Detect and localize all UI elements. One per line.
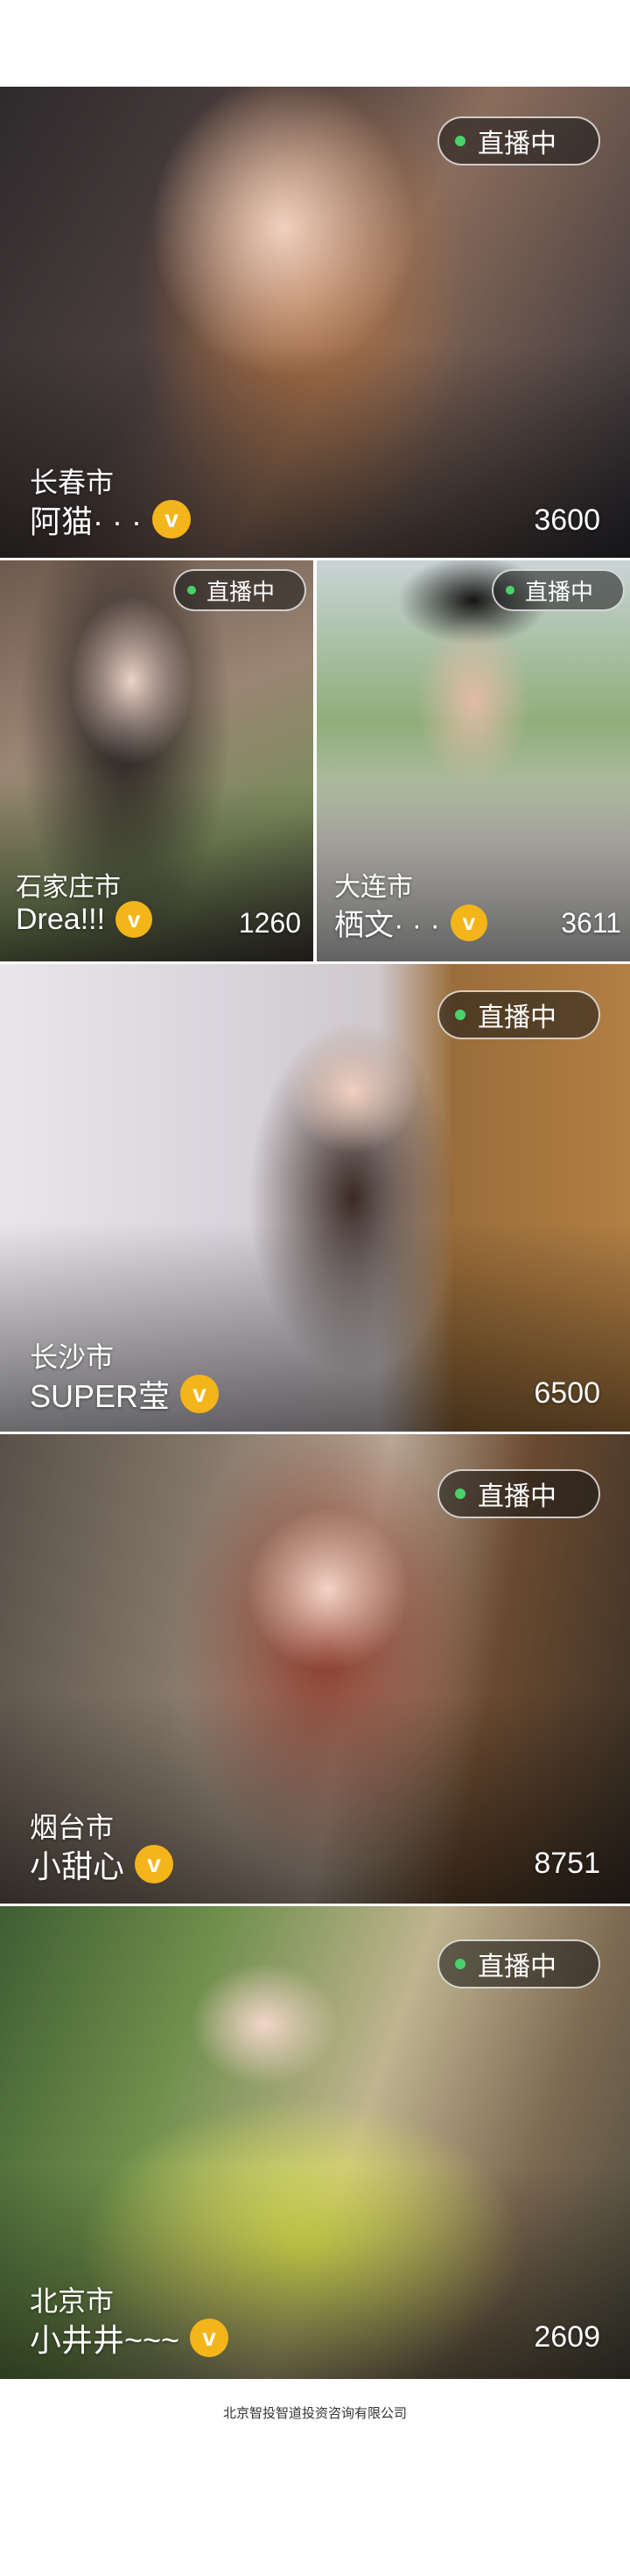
viewer-count: 2609	[534, 2320, 600, 2354]
stream-city: 长春市	[30, 467, 115, 498]
vip-badge-icon: v	[450, 904, 487, 941]
vip-badge-icon: v	[135, 1845, 174, 1883]
streamer-name: 栖文· · ·	[334, 909, 440, 942]
live-dot-icon	[455, 136, 466, 146]
streamer-name: 阿猫· · ·	[30, 503, 142, 539]
viewer-count: 3611	[561, 907, 621, 939]
viewer-count: 3600	[534, 503, 600, 537]
stream-city: 长沙市	[30, 1341, 115, 1373]
live-badge: 直播中	[438, 990, 600, 1039]
stream-card[interactable]: 直播中 北京市 小井井~~~ v 2609	[0, 1906, 630, 2379]
live-dot-icon	[506, 586, 514, 595]
stream-city: 大连市	[334, 873, 413, 902]
vip-badge-icon: v	[116, 901, 153, 938]
live-label: 直播中	[478, 1953, 556, 1981]
live-badge: 直播中	[438, 1469, 600, 1518]
stream-card[interactable]: 直播中 长沙市 SUPER莹 v 6500	[0, 964, 630, 1432]
vip-badge-icon: v	[151, 500, 191, 538]
stream-city: 石家庄市	[16, 873, 121, 902]
streamer-name: 小甜心	[30, 1848, 125, 1884]
vip-badge-icon: v	[180, 1375, 220, 1413]
viewer-count: 1260	[238, 907, 301, 939]
live-dot-icon	[455, 1489, 466, 1499]
live-badge: 直播中	[438, 116, 600, 165]
streamer-name: SUPER莹	[30, 1378, 171, 1414]
live-dot-icon	[455, 1959, 466, 1969]
live-badge: 直播中	[173, 569, 306, 611]
vip-badge-icon: v	[190, 2319, 229, 2357]
stream-card[interactable]: 直播中 长春市 阿猫· · · v 3600	[0, 87, 630, 558]
live-label: 直播中	[478, 130, 556, 158]
live-dot-icon	[455, 1010, 466, 1020]
stream-card[interactable]: 直播中 石家庄市 Drea!!! v 1260	[0, 560, 313, 961]
stream-card[interactable]: 直播中 大连市 栖文· · · v 3611	[317, 560, 630, 961]
live-label: 直播中	[525, 578, 594, 605]
streamer-name: 小井井~~~	[30, 2322, 180, 2358]
live-dot-icon	[187, 586, 196, 595]
viewer-count: 6500	[534, 1376, 600, 1410]
stream-card[interactable]: 直播中 烟台市 小甜心 v 8751	[0, 1434, 630, 1904]
streamer-name: Drea!!!	[16, 902, 106, 936]
live-badge: 直播中	[492, 569, 625, 611]
stream-city: 北京市	[30, 2285, 115, 2317]
live-label: 直播中	[478, 1482, 556, 1511]
live-label: 直播中	[206, 578, 276, 605]
live-badge: 直播中	[438, 1939, 600, 1988]
viewer-count: 8751	[534, 1847, 600, 1880]
company-footer: 北京智投智道投资咨询有限公司	[222, 2406, 407, 2421]
stream-city: 烟台市	[30, 1812, 115, 1843]
live-label: 直播中	[478, 1003, 556, 1032]
